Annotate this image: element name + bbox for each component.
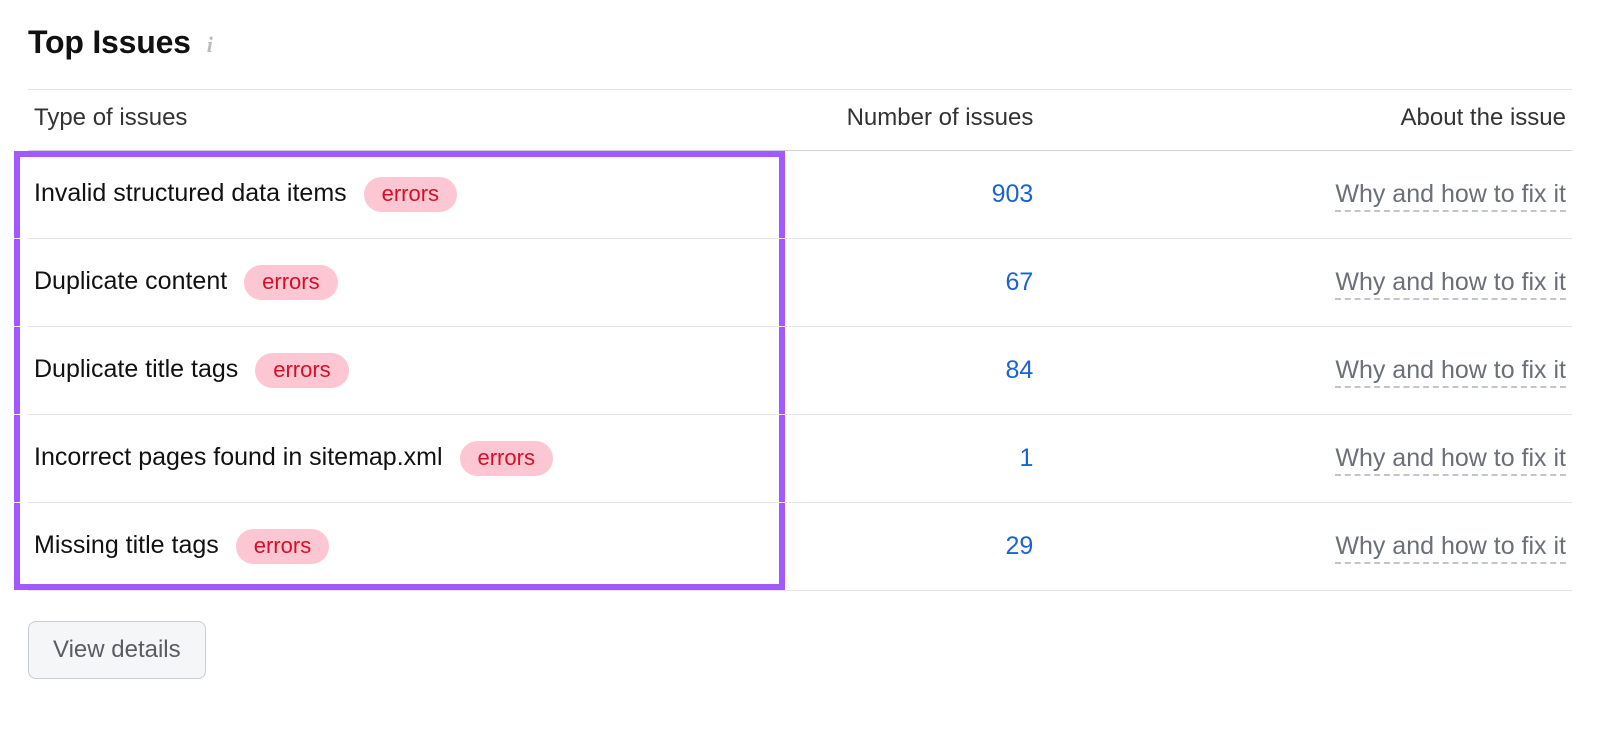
error-badge: errors bbox=[460, 441, 553, 476]
fix-link[interactable]: Why and how to fix it bbox=[1335, 444, 1566, 476]
section-title: Top Issues bbox=[28, 24, 191, 61]
issue-name[interactable]: Duplicate content bbox=[34, 267, 227, 295]
error-badge: errors bbox=[236, 529, 329, 564]
col-header-about: About the issue bbox=[1093, 90, 1572, 151]
table-row: Missing title tags errors 29 Why and how… bbox=[28, 503, 1572, 591]
table-row: Duplicate title tags errors 84 Why and h… bbox=[28, 327, 1572, 415]
issue-count[interactable]: 29 bbox=[1006, 532, 1034, 560]
issue-name[interactable]: Invalid structured data items bbox=[34, 179, 347, 207]
issue-name[interactable]: Missing title tags bbox=[34, 531, 219, 559]
col-header-type: Type of issues bbox=[28, 90, 785, 151]
issues-table: Type of issues Number of issues About th… bbox=[28, 89, 1572, 591]
issue-count[interactable]: 67 bbox=[1006, 268, 1034, 296]
fix-link[interactable]: Why and how to fix it bbox=[1335, 268, 1566, 300]
view-details-button[interactable]: View details bbox=[28, 621, 206, 679]
error-badge: errors bbox=[255, 353, 348, 388]
table-row: Incorrect pages found in sitemap.xml err… bbox=[28, 415, 1572, 503]
issue-count[interactable]: 903 bbox=[992, 180, 1034, 208]
issue-count[interactable]: 84 bbox=[1006, 356, 1034, 384]
issue-name[interactable]: Incorrect pages found in sitemap.xml bbox=[34, 443, 443, 471]
issue-name[interactable]: Duplicate title tags bbox=[34, 355, 238, 383]
table-row: Invalid structured data items errors 903… bbox=[28, 151, 1572, 239]
fix-link[interactable]: Why and how to fix it bbox=[1335, 180, 1566, 212]
fix-link[interactable]: Why and how to fix it bbox=[1335, 532, 1566, 564]
error-badge: errors bbox=[364, 177, 457, 212]
section-header: Top Issues i bbox=[28, 24, 1572, 61]
issue-count[interactable]: 1 bbox=[1019, 444, 1033, 472]
table-row: Duplicate content errors 67 Why and how … bbox=[28, 239, 1572, 327]
info-icon[interactable]: i bbox=[207, 32, 213, 58]
col-header-count: Number of issues bbox=[785, 90, 1094, 151]
fix-link[interactable]: Why and how to fix it bbox=[1335, 356, 1566, 388]
error-badge: errors bbox=[244, 265, 337, 300]
